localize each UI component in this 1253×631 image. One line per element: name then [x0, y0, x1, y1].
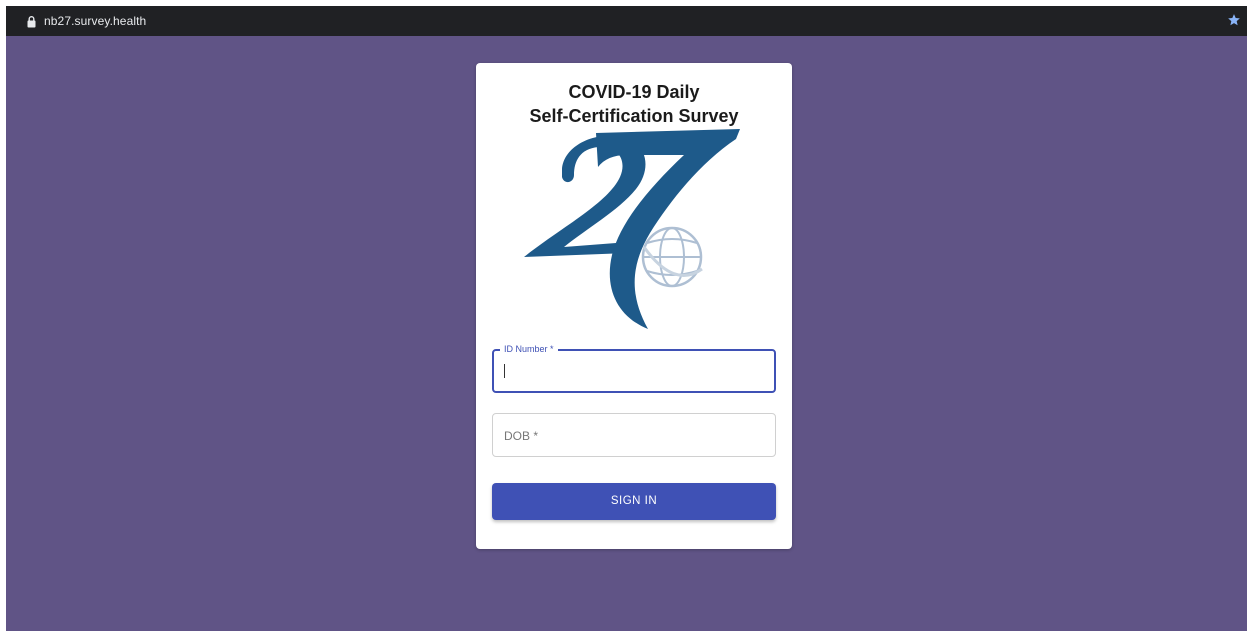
star-icon[interactable] — [1227, 13, 1241, 27]
text-caret — [504, 364, 505, 378]
sign-in-button[interactable]: SIGN IN — [492, 483, 776, 520]
url-field[interactable]: nb27.survey.health — [12, 10, 1241, 32]
id-number-label: ID Number * — [500, 343, 558, 355]
login-card: COVID-19 Daily Self-Certification Survey… — [476, 63, 792, 549]
page-title-line1: COVID-19 Daily — [568, 82, 700, 102]
nb27-logo-icon — [524, 129, 740, 329]
id-number-field[interactable]: ID Number * — [492, 343, 776, 393]
browser-frame: nb27.survey.health COVID-19 Daily Self-C… — [6, 6, 1247, 631]
address-bar: nb27.survey.health — [6, 6, 1247, 36]
globe-icon — [641, 226, 703, 288]
page-title-line2: Self-Certification Survey — [529, 106, 739, 126]
dob-label: DOB * — [504, 429, 539, 443]
url-text: nb27.survey.health — [44, 14, 147, 28]
dob-field[interactable]: DOB * — [492, 413, 776, 457]
lock-icon — [27, 15, 36, 27]
